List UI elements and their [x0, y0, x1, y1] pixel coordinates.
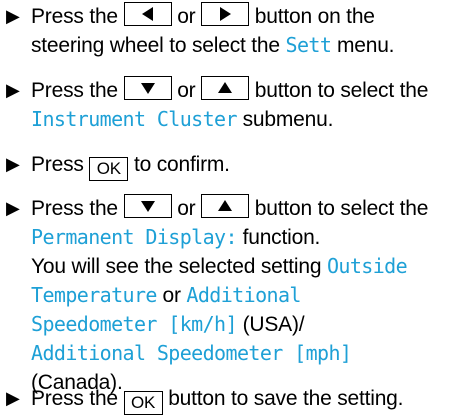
step-text: menu.	[336, 34, 395, 57]
step-5-line-1: Press the OK button to save the setting.	[6, 384, 461, 415]
step-text: You will see the selected setting	[31, 255, 322, 278]
step-4-line-3: You will see the selected setting Outsid…	[6, 252, 461, 281]
step-text: Press the	[31, 5, 118, 28]
step-text: function.	[242, 226, 321, 249]
step-4-line-6: Additional Speedometer [mph]	[6, 339, 461, 368]
step-text: button to select the	[254, 197, 429, 220]
step-4-line-4: Temperature or Additional	[6, 281, 461, 310]
up-button-key	[201, 194, 250, 218]
step-text: Press	[31, 153, 84, 176]
ok-button-key: OK	[89, 157, 129, 181]
step-text: or	[177, 5, 196, 28]
up-button-key	[201, 76, 250, 100]
step-2: ▶ Press the or button to select the Inst…	[6, 76, 461, 134]
up-arrow-icon	[218, 200, 233, 211]
step-text: (USA)/	[242, 313, 305, 336]
menu-name-sett: Sett	[285, 33, 332, 57]
setting-name-speedometer-kmh: Speedometer [km/h]	[31, 312, 238, 336]
step-4-line-2: Permanent Display: function.	[6, 223, 461, 252]
step-text: Press the	[31, 197, 118, 220]
step-text: button to select the	[254, 79, 429, 102]
step-text: or	[162, 284, 181, 307]
step-text: button to save the setting.	[168, 387, 404, 410]
step-2-line-1: Press the or button to select the	[6, 76, 461, 105]
down-button-key	[123, 194, 172, 218]
right-button-key	[201, 2, 250, 26]
step-2-line-2: Instrument Cluster submenu.	[6, 105, 461, 134]
step-text: Press the	[31, 79, 118, 102]
down-arrow-icon	[140, 83, 155, 94]
step-text: to confirm.	[133, 153, 230, 176]
setting-name-outside: Outside	[326, 254, 408, 278]
step-3-line-1: Press OK to confirm.	[6, 150, 461, 181]
setting-name-speedometer-mph: Additional Speedometer [mph]	[31, 341, 352, 365]
setting-name-additional: Additional	[186, 283, 301, 307]
step-text: steering wheel to select the	[31, 34, 280, 57]
left-arrow-icon	[141, 7, 153, 21]
step-4-line-1: Press the or button to select the	[6, 194, 461, 223]
step-4-line-5: Speedometer [km/h] (USA)/	[6, 310, 461, 339]
step-text: button on the	[254, 5, 375, 28]
step-text: Press the	[31, 387, 118, 410]
step-text: or	[177, 79, 196, 102]
left-button-key	[123, 2, 172, 26]
down-arrow-icon	[140, 201, 155, 212]
step-1: ▶ Press the or button on the steering wh…	[6, 2, 461, 60]
ok-button-key: OK	[123, 391, 163, 415]
step-1-line-2: steering wheel to select the Sett menu.	[6, 31, 461, 60]
up-arrow-icon	[218, 82, 233, 93]
step-text: submenu.	[242, 108, 334, 131]
step-4: ▶ Press the or button to select the Perm…	[6, 194, 461, 397]
setting-name-temperature: Temperature	[31, 283, 157, 307]
function-name-permanent-display: Permanent Display:	[31, 225, 238, 249]
step-3: ▶ Press OK to confirm.	[6, 150, 461, 181]
down-button-key	[123, 76, 172, 100]
step-text: or	[177, 197, 196, 220]
step-5: ▶ Press the OK button to save the settin…	[6, 384, 461, 415]
right-arrow-icon	[220, 7, 232, 21]
instruction-page: ▶ Press the or button on the steering wh…	[0, 0, 461, 417]
submenu-name-instrument-cluster: Instrument Cluster	[31, 107, 238, 131]
step-1-line-1: Press the or button on the	[6, 2, 461, 31]
